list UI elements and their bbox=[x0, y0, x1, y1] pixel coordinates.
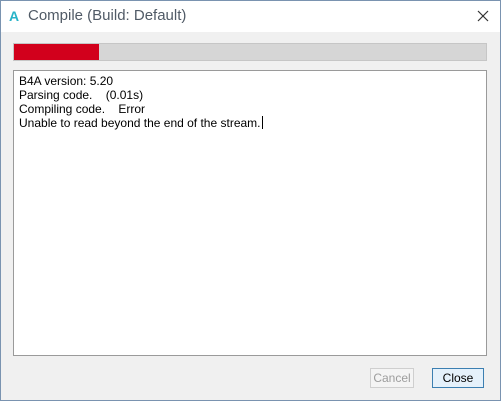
compile-dialog: A Compile (Build: Default) B4A version: … bbox=[0, 0, 501, 401]
window-title: Compile (Build: Default) bbox=[28, 7, 187, 24]
log-line-version: B4A version: 5.20 bbox=[19, 74, 114, 88]
log-line-compiling: Compiling code. Error bbox=[19, 102, 146, 116]
log-line-error: Unable to read beyond the end of the str… bbox=[19, 116, 481, 130]
close-button[interactable]: Close bbox=[432, 368, 484, 388]
cancel-button[interactable]: Cancel bbox=[370, 368, 414, 388]
close-icon[interactable] bbox=[476, 9, 490, 23]
b4a-app-icon: A bbox=[9, 8, 20, 24]
compile-progress-bar bbox=[13, 43, 487, 61]
progress-fill bbox=[14, 44, 99, 60]
text-caret bbox=[261, 116, 263, 129]
log-line-parsing: Parsing code. (0.01s) bbox=[19, 88, 144, 102]
log-line-error-text: Unable to read beyond the end of the str… bbox=[19, 116, 261, 130]
close-icon-glyph bbox=[477, 10, 489, 22]
compile-log[interactable]: B4A version: 5.20 Parsing code. (0.01s) … bbox=[13, 70, 487, 356]
title-bar[interactable]: A Compile (Build: Default) bbox=[1, 1, 500, 32]
